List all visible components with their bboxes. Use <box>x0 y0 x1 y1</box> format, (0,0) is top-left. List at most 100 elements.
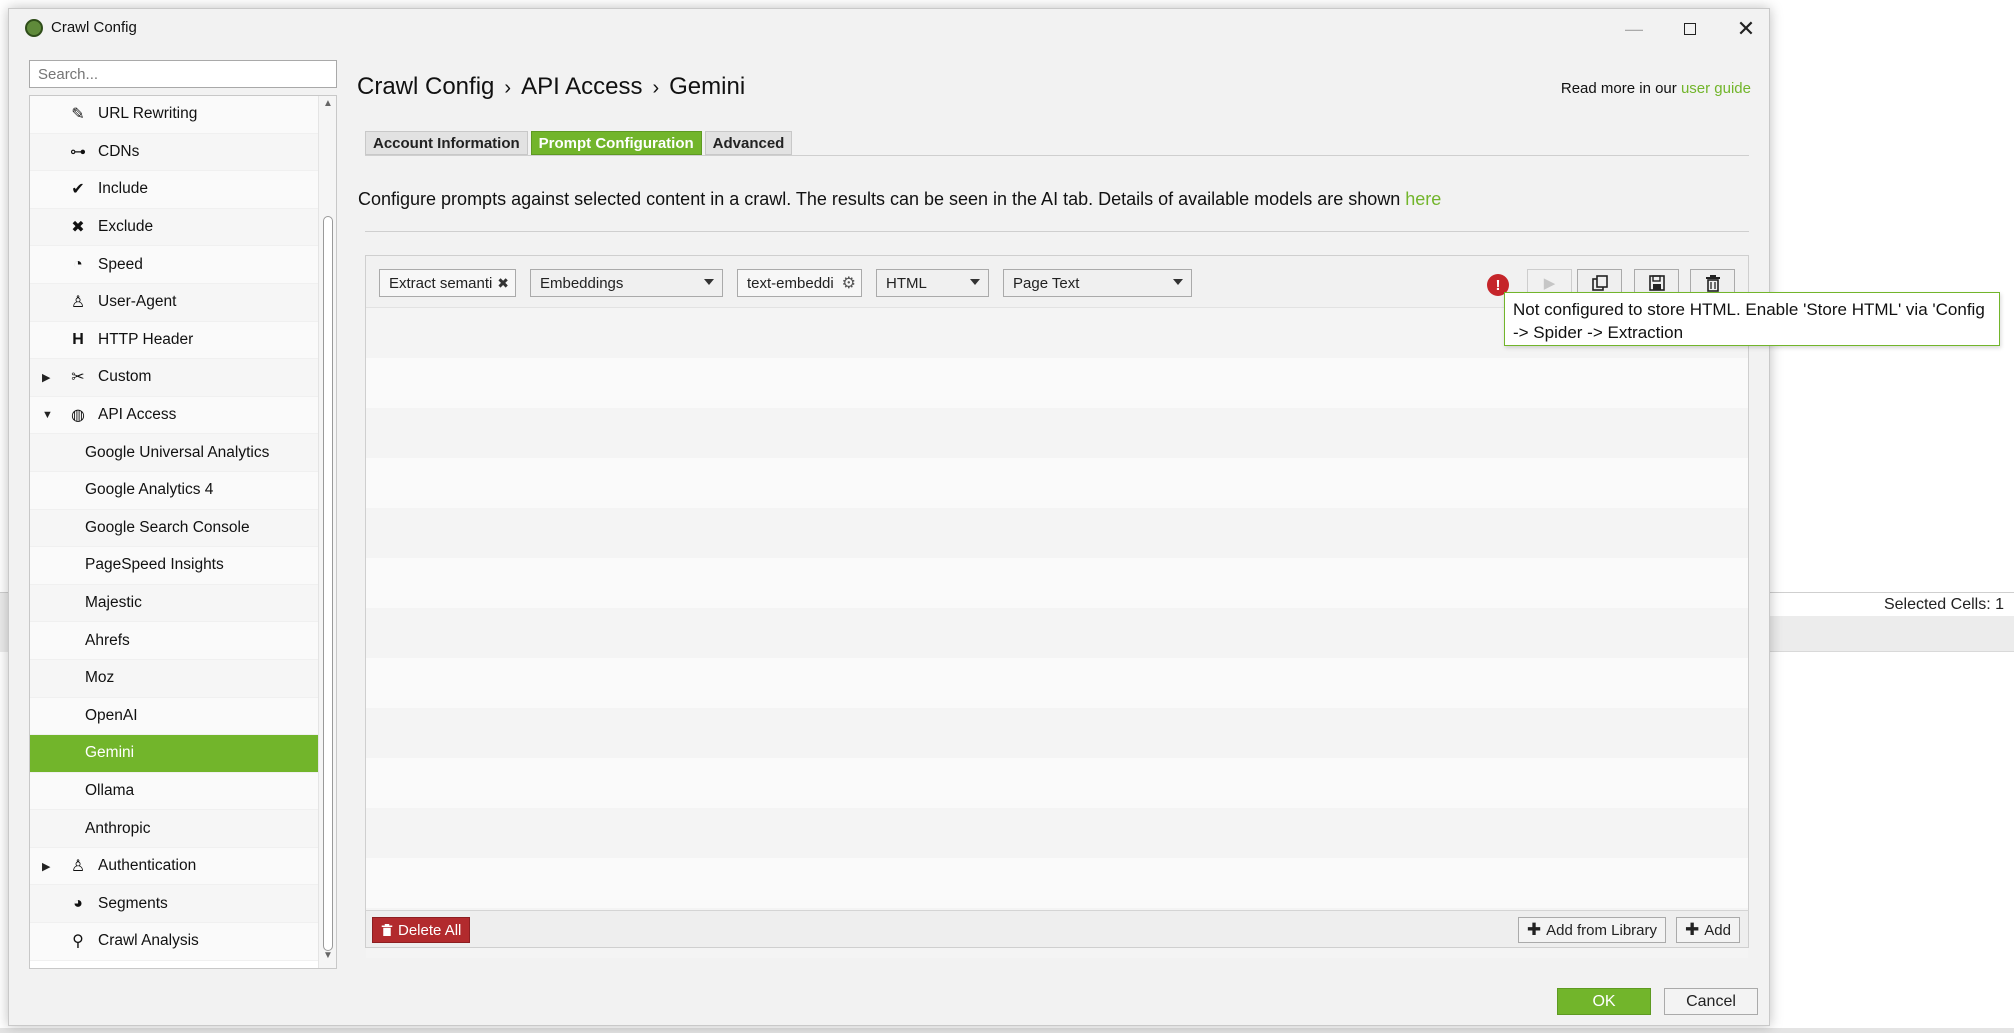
sidebar-item-label: Gemini <box>85 744 135 762</box>
sidebar-item-label: Moz <box>85 669 115 687</box>
sidebar-item-label: Google Universal Analytics <box>85 443 270 461</box>
trash-icon <box>381 924 393 936</box>
globe-icon: ◍ <box>71 407 85 425</box>
add-button[interactable]: ✚ Add <box>1676 917 1740 943</box>
close-button[interactable]: ✕ <box>1723 15 1769 43</box>
sidebar-item-custom[interactable]: ▶ ✂ Custom <box>30 359 320 397</box>
empty-table-row <box>366 558 1748 608</box>
empty-table-row <box>366 508 1748 558</box>
tab-prompt-configuration[interactable]: Prompt Configuration <box>530 131 702 155</box>
scroll-down-icon[interactable]: ▼ <box>319 950 336 966</box>
sidebar-item-label: Exclude <box>98 218 154 236</box>
sidebar-item-authentication[interactable]: ▶ ♙ Authentication <box>30 847 320 886</box>
sidebar-item-google-search-console[interactable]: Google Search Console <box>30 509 320 548</box>
plus-icon: ✚ <box>1526 920 1542 939</box>
scroll-up-icon[interactable]: ▲ <box>319 98 336 114</box>
sidebar-item-cdns[interactable]: ⊶ CDNs <box>30 133 320 172</box>
sidebar-item-label: API Access <box>98 406 177 424</box>
sidebar-search-input[interactable] <box>29 60 337 88</box>
chevron-down-icon <box>970 279 980 285</box>
sidebar-item-label: HTTP Header <box>98 330 194 348</box>
sidebar-scrollbar[interactable]: ▲ ▼ <box>318 96 336 968</box>
clear-icon[interactable]: ✖ <box>497 275 509 292</box>
sidebar-item-http-header[interactable]: H HTTP Header <box>30 321 320 360</box>
tab-account-information[interactable]: Account Information <box>365 131 528 155</box>
sidebar-item-ollama[interactable]: Ollama <box>30 772 320 811</box>
ok-button[interactable]: OK <box>1557 988 1651 1015</box>
sidebar-item-api-access[interactable]: ▼ ◍ API Access <box>30 396 320 435</box>
add-label: Add <box>1704 921 1731 939</box>
model-value: text-embeddi <box>747 274 834 292</box>
breadcrumb-item: Gemini <box>669 73 746 100</box>
minimize-button[interactable]: — <box>1611 15 1657 43</box>
chevron-right-icon[interactable]: ▶ <box>42 860 52 873</box>
sidebar-item-pagespeed-insights[interactable]: PageSpeed Insights <box>30 547 320 585</box>
sidebar-list: ✎ URL Rewriting ⊶ CDNs ✔ Include ✖ Exclude ◔ Spee… <box>30 96 320 961</box>
background-taskbar-edge <box>0 1028 2014 1033</box>
sidebar-item-segments[interactable]: ◕ Segments <box>30 885 320 924</box>
read-more: Read more in our user guide <box>1561 80 1751 97</box>
sidebar-item-crawl-analysis[interactable]: ⚲ Crawl Analysis <box>30 923 320 961</box>
content-source-value: Page Text <box>1013 274 1080 292</box>
sidebar-item-label: OpenAI <box>85 706 138 724</box>
sidebar-item-openai[interactable]: OpenAI <box>30 697 320 736</box>
edit-icon: ✎ <box>71 106 85 124</box>
sidebar-item-speed[interactable]: ◔ Speed <box>30 246 320 284</box>
sidebar-item-label: Authentication <box>98 857 197 875</box>
gauge-icon: ◔ <box>73 255 83 273</box>
cancel-button[interactable]: Cancel <box>1664 988 1758 1015</box>
scroll-thumb[interactable] <box>323 216 333 951</box>
sidebar-item-label: Anthropic <box>85 819 151 837</box>
sidebar-item-label: Custom <box>98 368 152 386</box>
x-circle-icon: ✖ <box>71 219 85 237</box>
sidebar-item-anthropic[interactable]: Anthropic <box>30 810 320 848</box>
sidebar-item-url-rewriting[interactable]: ✎ URL Rewriting <box>30 96 320 134</box>
chevron-right-icon[interactable]: ▶ <box>42 371 52 384</box>
sidebar-item-google-universal-analytics[interactable]: Google Universal Analytics <box>30 434 320 472</box>
copy-icon <box>1591 275 1608 291</box>
sidebar-item-majestic[interactable]: Majestic <box>30 584 320 623</box>
user-lock-icon: ♙ <box>70 858 86 876</box>
maximize-button[interactable] <box>1667 15 1713 43</box>
delete-all-button[interactable]: Delete All <box>372 917 471 943</box>
minimize-icon: — <box>1625 18 1643 39</box>
background-toolbar <box>1770 616 2014 652</box>
format-select[interactable]: HTML <box>876 269 989 297</box>
sidebar-item-label: Crawl Analysis <box>98 932 199 950</box>
tab-advanced[interactable]: Advanced <box>704 131 793 155</box>
chevron-down-icon[interactable]: ▼ <box>42 409 53 421</box>
description-divider <box>365 231 1749 232</box>
add-from-library-button[interactable]: ✚ Add from Library <box>1517 917 1666 943</box>
search-icon: ⚲ <box>72 933 84 951</box>
play-icon: ▶ <box>1543 275 1556 292</box>
empty-table-row <box>366 858 1748 908</box>
gear-icon[interactable]: ⚙ <box>842 273 856 293</box>
content-source-select[interactable]: Page Text <box>1003 269 1192 297</box>
description-text: Configure prompts against selected conte… <box>358 189 1406 209</box>
app-logo-icon <box>25 19 43 37</box>
pie-chart-icon: ◕ <box>73 894 83 912</box>
user-guide-link[interactable]: user guide <box>1681 80 1751 97</box>
sidebar-item-include[interactable]: ✔ Include <box>30 171 320 209</box>
format-value: HTML <box>886 274 927 292</box>
empty-table-row <box>366 458 1748 508</box>
breadcrumb: Crawl Config › API Access › Gemini <box>357 73 745 101</box>
sidebar-item-user-agent[interactable]: ♙ User-Agent <box>30 283 320 322</box>
close-icon: ✕ <box>1736 16 1756 41</box>
title-bar: Crawl Config — ✕ <box>9 9 1769 47</box>
sidebar-item-moz[interactable]: Moz <box>30 659 320 698</box>
sidebar-item-gemini[interactable]: Gemini <box>30 735 320 773</box>
delete-all-label: Delete All <box>398 921 462 939</box>
models-here-link[interactable]: here <box>1405 189 1441 209</box>
prompt-type-select[interactable]: Embeddings <box>530 269 723 297</box>
empty-table-row <box>366 358 1748 408</box>
empty-table-row <box>366 808 1748 858</box>
breadcrumb-separator: › <box>652 77 660 99</box>
sidebar-item-label: Google Analytics 4 <box>85 481 214 499</box>
sidebar-item-google-analytics-4[interactable]: Google Analytics 4 <box>30 471 320 510</box>
model-field[interactable]: text-embeddi ⚙ <box>737 269 862 297</box>
sidebar-item-ahrefs[interactable]: Ahrefs <box>30 622 320 660</box>
prompt-name-field[interactable]: Extract semanti ✖ <box>379 269 516 297</box>
tools-icon: ✂ <box>71 369 85 387</box>
sidebar-item-exclude[interactable]: ✖ Exclude <box>30 208 320 247</box>
